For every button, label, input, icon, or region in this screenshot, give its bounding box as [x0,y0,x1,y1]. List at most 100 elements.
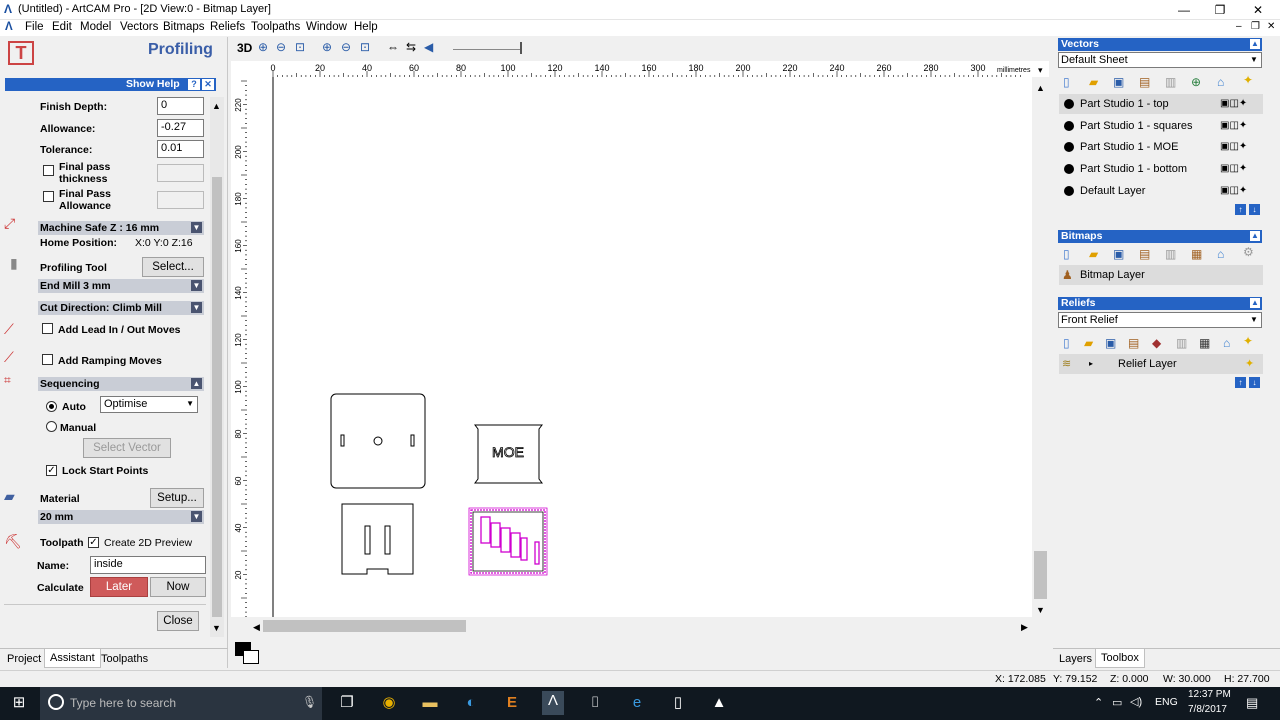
tab-toolbox[interactable]: Toolbox [1095,649,1145,668]
vscroll-up-icon[interactable]: ▲ [1036,83,1045,93]
pan-icon[interactable]: ⇔ [387,40,399,54]
vector-sheet-select[interactable]: Default Sheet ▼ [1058,52,1262,68]
zoom-in-icon[interactable]: ⊕ [258,40,268,54]
final-pass-allowance-input[interactable] [157,191,204,209]
zoom-all-icon[interactable]: ⊕ [322,40,332,54]
sequencing-bar[interactable]: Sequencing ▲ [38,377,204,391]
volume-icon[interactable]: ◁) [1130,695,1142,708]
ramping-checkbox[interactable] [42,354,53,365]
material-bar[interactable]: 20 mm ▼ [38,510,204,524]
tab-assistant[interactable]: Assistant [44,649,101,668]
open-layer-icon[interactable]: ▰ [1089,75,1098,89]
close-window-button[interactable]: ✕ [1240,0,1276,20]
save-relief-icon[interactable]: ▣ [1105,336,1116,350]
vector-layer-row[interactable]: Part Studio 1 - MOE ▣◫✦ [1059,137,1263,157]
copy-layer-icon[interactable]: ▥ [1165,75,1176,89]
create-preview-checkbox[interactable]: ✓ [88,537,99,548]
doc-close-button[interactable]: ✕ [1267,21,1275,32]
file-explorer-icon[interactable]: ▬ [419,693,441,713]
notepad-icon[interactable]: ▯ [667,693,689,713]
photos-icon[interactable]: ▲ [708,693,730,713]
minimize-button[interactable]: — [1166,0,1202,20]
camera-icon[interactable]: ⌷ [584,693,606,713]
move-up-icon[interactable]: ↑ [1235,377,1246,388]
auto-radio[interactable] [46,401,57,412]
tool-bar[interactable]: End Mill 3 mm ▼ [38,279,204,293]
delete-layer-icon[interactable]: ⌂ [1217,75,1224,89]
tolerance-input[interactable]: 0.01 [157,140,204,158]
menu-help[interactable]: Help [354,21,378,33]
vector-layer-row[interactable]: Part Studio 1 - bottom ▣◫✦ [1059,159,1263,179]
lead-in-checkbox[interactable] [42,323,53,334]
ruler-menu-icon[interactable]: ▾ [1038,65,1043,75]
tab-project[interactable]: Project [4,653,44,665]
cut-direction-bar[interactable]: Cut Direction: Climb Mill ▼ [38,301,204,315]
chrome-icon[interactable]: ◉ [378,693,400,713]
relief-select[interactable]: Front Relief ▼ [1058,312,1262,328]
select-vector-button[interactable]: Select Vector [83,438,171,458]
new-layer-icon[interactable]: ▯ [1063,75,1070,89]
tray-up-icon[interactable]: ⌃ [1094,696,1103,709]
vector-layer-row[interactable]: Part Studio 1 - squares ▣◫✦ [1059,116,1263,136]
3d-view-button[interactable]: 3D [237,41,252,55]
artcam-taskbar-icon[interactable]: Ʌ [542,691,564,715]
clock-time[interactable]: 12:37 PM [1188,689,1231,700]
vscroll-down-icon[interactable]: ▼ [1036,605,1045,615]
paste-layer-icon[interactable]: ▤ [1139,75,1150,89]
panel-scroll-thumb[interactable] [212,177,222,617]
zoom-box-icon[interactable]: ⊡ [295,40,305,54]
settings-icon[interactable]: ⚙ [1243,245,1254,259]
copy-relief-icon[interactable]: ▥ [1176,336,1187,350]
edge-icon[interactable]: e [626,693,648,713]
delete-bitmap-icon[interactable]: ⌂ [1217,247,1224,261]
new-relief-icon[interactable]: ▯ [1063,336,1070,350]
save-layer-icon[interactable]: ▣ [1113,75,1124,89]
scroll-up-icon[interactable]: ▲ [212,101,221,111]
hscroll-thumb[interactable] [263,620,466,632]
close-help-icon[interactable]: ✕ [202,79,214,90]
color-swatch[interactable] [235,640,259,664]
move-up-icon[interactable]: ↑ [1235,204,1246,215]
vscroll-thumb[interactable] [1034,551,1047,599]
back-icon[interactable]: ◀ [424,40,433,54]
doc-restore-button[interactable]: ❐ [1251,21,1260,32]
tab-layers[interactable]: Layers [1059,653,1092,665]
zoom-prev-icon[interactable]: ⊖ [341,40,351,54]
snapshot-icon[interactable]: ▦ [1199,336,1210,350]
final-pass-allowance-checkbox[interactable] [43,191,54,202]
final-pass-thickness-input[interactable] [157,164,204,182]
menu-reliefs[interactable]: Reliefs [210,21,245,33]
manual-radio[interactable] [46,421,57,432]
calculate-later-button[interactable]: Later [90,577,148,597]
optimise-select[interactable]: Optimise ▼ [100,396,198,413]
blend-slider-handle[interactable] [520,42,522,54]
final-pass-thickness-checkbox[interactable] [43,165,54,176]
battery-icon[interactable]: ▭ [1112,696,1122,709]
vector-layer-row[interactable]: Default Layer ▣◫✦ [1059,181,1263,201]
move-down-icon[interactable]: ↓ [1249,377,1260,388]
close-button[interactable]: Close [157,611,199,631]
zoom-fit-icon[interactable]: ⊡ [360,40,370,54]
zoom-out-icon[interactable]: ⊖ [276,40,286,54]
hscroll-left-icon[interactable]: ◀ [253,622,260,632]
doc-minimize-button[interactable]: – [1236,21,1242,32]
move-down-icon[interactable]: ↓ [1249,204,1260,215]
toolpath-name-input[interactable]: inside [90,556,206,574]
notification-icon[interactable]: ▤ [1246,695,1258,711]
paste-relief-icon[interactable]: ▤ [1128,336,1139,350]
material-setup-button[interactable]: Setup... [150,488,204,508]
lightbulb-icon[interactable]: ✦ [1243,73,1253,87]
help-icon[interactable]: ? [188,79,200,90]
app-icon-blue[interactable]: ◐ [460,693,482,713]
maximize-button[interactable]: ❐ [1202,0,1238,20]
menu-file[interactable]: File [25,21,44,33]
allowance-input[interactable]: -0.27 [157,119,204,137]
relief-layer-row[interactable]: ≋ ▸ Relief Layer ✦ [1059,354,1263,374]
tab-toolpaths[interactable]: Toolpaths [98,653,151,665]
lock-start-checkbox[interactable]: ✓ [46,465,57,476]
menu-edit[interactable]: Edit [52,21,72,33]
menu-toolpaths[interactable]: Toolpaths [251,21,300,33]
app-icon-e[interactable]: E [501,693,523,713]
windows-start-icon[interactable]: ⊞ [8,693,30,713]
open-bitmap-icon[interactable]: ▰ [1089,247,1098,261]
